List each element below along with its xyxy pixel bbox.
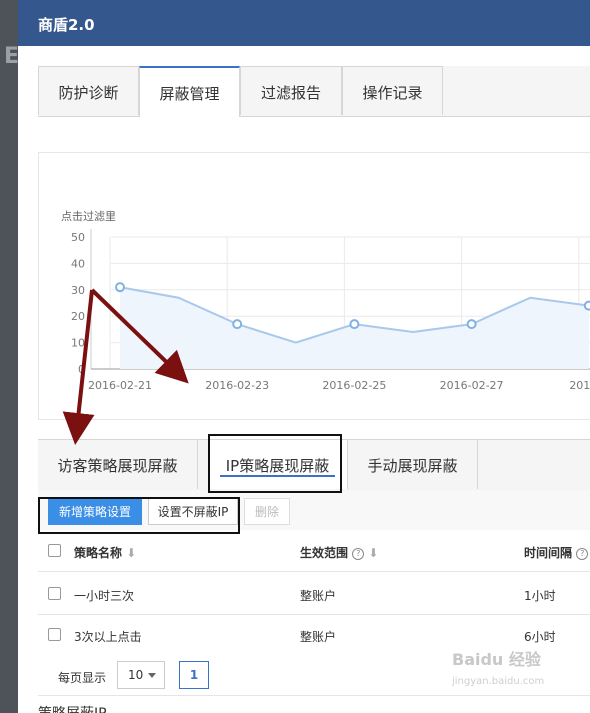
watermark-url: jingyan.baidu.com: [452, 676, 545, 687]
annotation-arrow: [62, 289, 95, 445]
annotation-arrow: [90, 288, 189, 384]
annotation-arrows: [62, 288, 189, 445]
watermark: Baidu 经验: [452, 650, 541, 669]
